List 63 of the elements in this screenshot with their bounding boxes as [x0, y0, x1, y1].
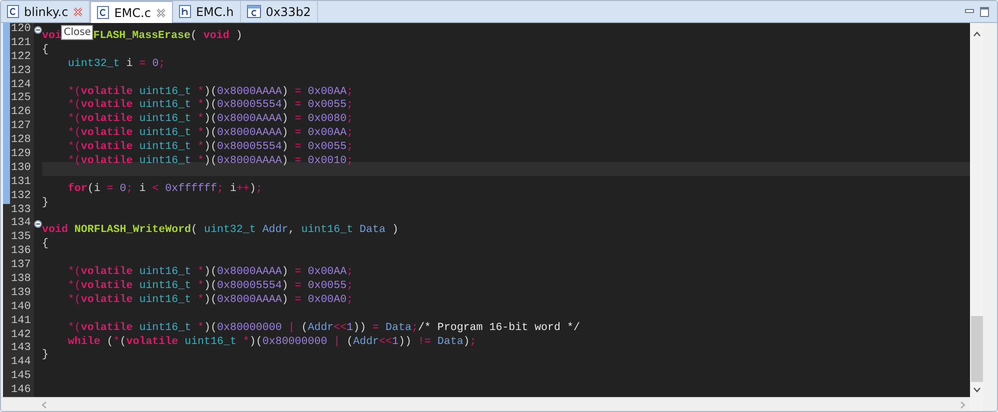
code-line: }: [42, 196, 48, 211]
close-tooltip: Close: [61, 25, 94, 40]
code-line: *(volatile uint16_t *)(0x80005554) = 0x0055;: [66, 280, 354, 294]
line-number: 137: [10, 259, 31, 274]
code-line: for(i = 0; i < 0xffffff; i++);: [66, 182, 262, 197]
h-file-icon: [178, 5, 191, 18]
line-number: 145: [10, 370, 31, 384]
collapse-icon[interactable]: [34, 26, 42, 34]
close-icon[interactable]: [156, 8, 166, 18]
code-line: uint32_t i = 0;: [66, 58, 166, 72]
line-number: 146: [10, 384, 31, 398]
code-line: *(volatile uint16_t *)(0x8000AAAA) = 0x0010;: [66, 155, 354, 169]
c-window-icon: [246, 5, 261, 18]
code-line: {: [42, 44, 48, 58]
line-number: 120: [10, 23, 31, 37]
code-line: }: [42, 349, 48, 364]
code-line: while (*(volatile uint16_t *)(0x80000000 | (Addr<<1)) != Data);: [66, 336, 476, 350]
code-line: {: [42, 238, 48, 252]
line-number: 128: [10, 134, 31, 148]
line-number: 138: [10, 273, 31, 287]
line-number: 129: [10, 148, 31, 162]
collapse-icon[interactable]: [34, 220, 42, 228]
maximize-icon[interactable]: [980, 6, 989, 16]
c-file-icon: [97, 6, 110, 19]
line-number: 127: [10, 120, 31, 134]
c-file-icon: [7, 5, 19, 18]
line-number: 140: [10, 300, 31, 315]
code-line: *(volatile uint16_t *)(0x8000AAAA) = 0x00AA;: [66, 266, 354, 280]
line-number: 130: [10, 162, 31, 176]
code-line: *(volatile uint16_t *)(0x8000AAAA) = 0x00A0;: [66, 294, 354, 308]
line-number: 142: [10, 328, 31, 342]
code-line: *(volatile uint16_t *)(0x8000AAAA) = 0x00AA;: [66, 127, 354, 141]
editor-tab[interactable]: EMC.c: [90, 1, 173, 23]
code-line: *(volatile uint16_t *)(0x80000000 | (Addr<<1)) = Data;/* Program 16-bit word */: [66, 322, 580, 336]
line-number: 125: [10, 92, 31, 106]
code-line: *(volatile uint16_t *)(0x80005554) = 0x0055;: [66, 99, 354, 113]
line-number: 123: [10, 64, 31, 79]
code-line: *(volatile uint16_t *)(0x8000AAAA) = 0x00AA;: [66, 86, 354, 99]
line-number: 139: [10, 286, 31, 301]
line-number: 135: [10, 231, 31, 246]
line-number: 132: [10, 190, 31, 204]
line-number: 134: [10, 217, 31, 232]
code-line: *(volatile uint16_t *)(0x8000AAAA) = 0x0080;: [66, 113, 354, 127]
code-line: void NORFLASH_WriteWord( uint32_t Addr, uint16_t Data ): [42, 224, 398, 238]
scroll-down-icon[interactable]: [972, 387, 980, 393]
code-line: *(volatile uint16_t *)(0x80005554) = 0x0055;: [66, 141, 354, 155]
line-number: 141: [10, 314, 31, 329]
line-number: 133: [10, 204, 31, 218]
line-number: 122: [10, 50, 31, 65]
scroll-thumb[interactable]: [970, 316, 982, 382]
line-number: 131: [10, 176, 31, 190]
minimize-icon[interactable]: [965, 9, 974, 14]
editor-tab[interactable]: EMC.h: [172, 1, 241, 22]
editor-tab[interactable]: blinky.c: [1, 1, 90, 22]
scroll-up-icon[interactable]: [972, 31, 980, 37]
line-number: 143: [10, 342, 31, 356]
line-number: 124: [10, 78, 31, 92]
close-icon[interactable]: [73, 6, 84, 16]
line-number: 144: [10, 356, 31, 370]
line-number: 136: [10, 245, 31, 260]
editor-tab[interactable]: 0x33b2: [240, 1, 318, 22]
line-number: 121: [10, 36, 31, 51]
line-number: 126: [10, 106, 31, 120]
